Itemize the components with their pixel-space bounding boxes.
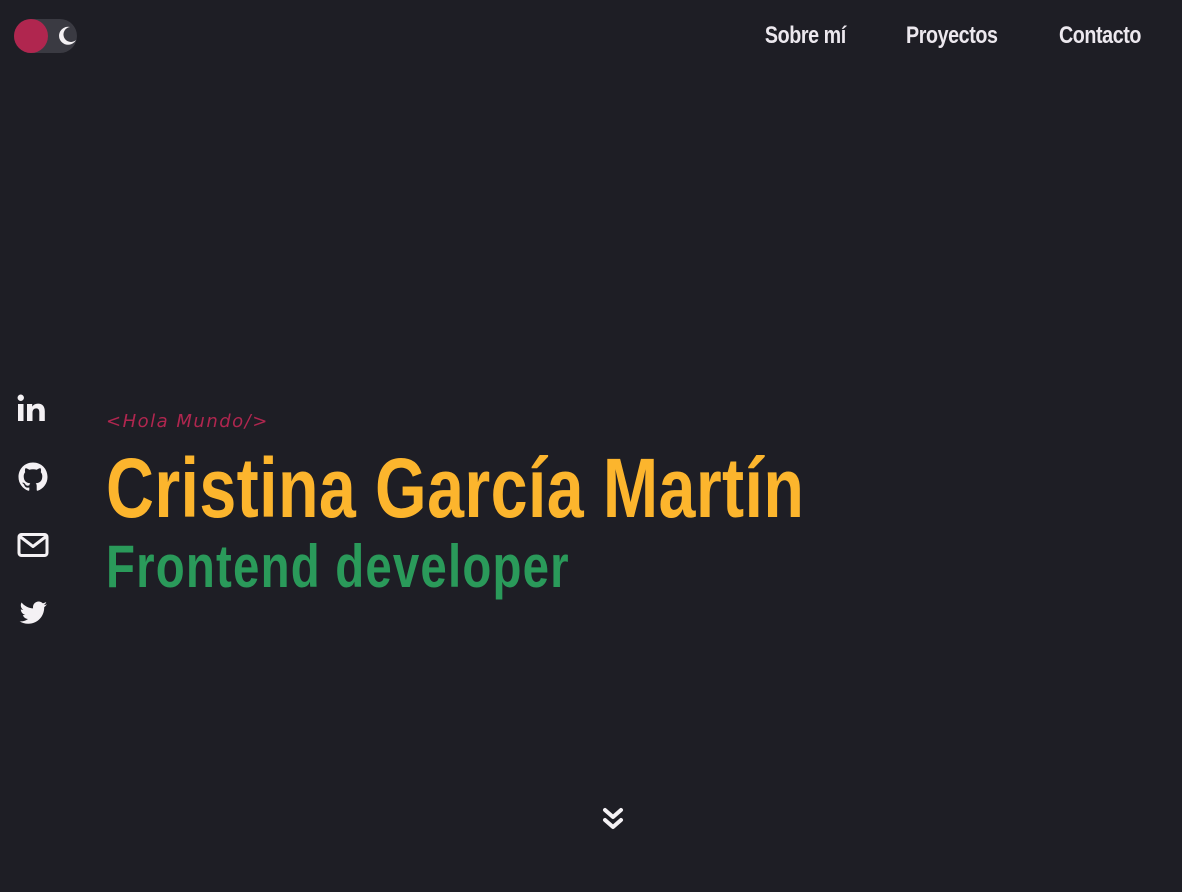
mail-icon[interactable] <box>16 528 50 562</box>
nav-link-about[interactable]: Sobre mí <box>765 18 846 54</box>
hero-name: Cristina García Martín <box>106 441 805 535</box>
greeting-text: <Hola Mundo/> <box>106 411 269 432</box>
twitter-icon[interactable] <box>16 596 50 630</box>
theme-toggle[interactable] <box>14 19 77 53</box>
social-links <box>16 392 50 664</box>
double-chevron-down-icon[interactable] <box>601 805 625 833</box>
nav-link-projects[interactable]: Proyectos <box>906 18 998 54</box>
theme-toggle-knob <box>14 19 48 53</box>
github-icon[interactable] <box>16 460 50 494</box>
linkedin-icon[interactable] <box>16 392 50 426</box>
hero-role: Frontend developer <box>106 533 570 600</box>
main-nav: Sobre mí Proyectos Contacto <box>756 18 1150 54</box>
moon-icon <box>56 25 78 47</box>
hero: <Hola Mundo/> Cristina García Martín Fro… <box>106 408 990 600</box>
nav-link-contact[interactable]: Contacto <box>1059 18 1141 54</box>
